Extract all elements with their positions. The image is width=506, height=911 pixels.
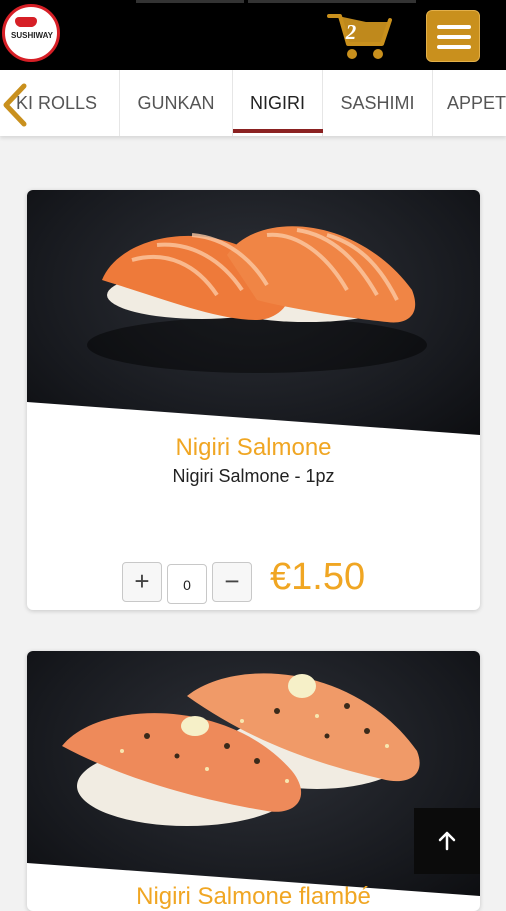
tab-gunkan[interactable]: GUNKAN bbox=[120, 70, 233, 136]
product-card: Nigiri Salmone Nigiri Salmone - 1pz + 0 … bbox=[27, 190, 480, 610]
category-tabs: KI ROLLS GUNKAN NIGIRI SASHIMI APPET bbox=[0, 70, 506, 136]
top-divider bbox=[248, 0, 416, 3]
active-tab-indicator bbox=[233, 129, 323, 133]
product-card: Nigiri Salmone flambé bbox=[27, 651, 480, 911]
hamburger-menu-icon bbox=[437, 25, 471, 29]
hamburger-menu-icon bbox=[437, 35, 471, 39]
quantity-input[interactable]: 0 bbox=[167, 564, 207, 604]
product-image bbox=[27, 190, 480, 435]
decrease-quantity-button[interactable]: − bbox=[212, 562, 252, 602]
product-image bbox=[27, 651, 480, 896]
top-bar: SUSHIWAY 2 bbox=[0, 0, 506, 70]
hamburger-menu-icon bbox=[437, 45, 471, 49]
cart-count-badge: 2 bbox=[345, 20, 357, 44]
product-title: Nigiri Salmone bbox=[175, 434, 332, 461]
cart-button[interactable]: 2 bbox=[326, 10, 394, 62]
hamburger-menu-button[interactable] bbox=[426, 10, 480, 62]
image-diagonal-cut bbox=[27, 863, 480, 896]
image-diagonal-cut bbox=[27, 402, 480, 435]
top-divider bbox=[136, 0, 244, 3]
increase-quantity-button[interactable]: + bbox=[122, 562, 162, 602]
brand-logo[interactable]: SUSHIWAY bbox=[2, 4, 60, 62]
chevron-left-icon[interactable] bbox=[0, 80, 30, 130]
product-price: €1.50 bbox=[270, 556, 366, 598]
logo-text: SUSHIWAY bbox=[11, 31, 53, 40]
tab-appetizers[interactable]: APPET bbox=[433, 70, 506, 136]
product-title: Nigiri Salmone flambé bbox=[136, 883, 371, 910]
arrow-up-icon bbox=[438, 831, 456, 851]
tab-sashimi[interactable]: SASHIMI bbox=[323, 70, 433, 136]
product-subtitle: Nigiri Salmone - 1pz bbox=[172, 466, 335, 486]
tab-nigiri[interactable]: NIGIRI bbox=[233, 70, 323, 136]
scroll-to-top-button[interactable] bbox=[414, 808, 480, 874]
logo-mark bbox=[15, 17, 37, 27]
